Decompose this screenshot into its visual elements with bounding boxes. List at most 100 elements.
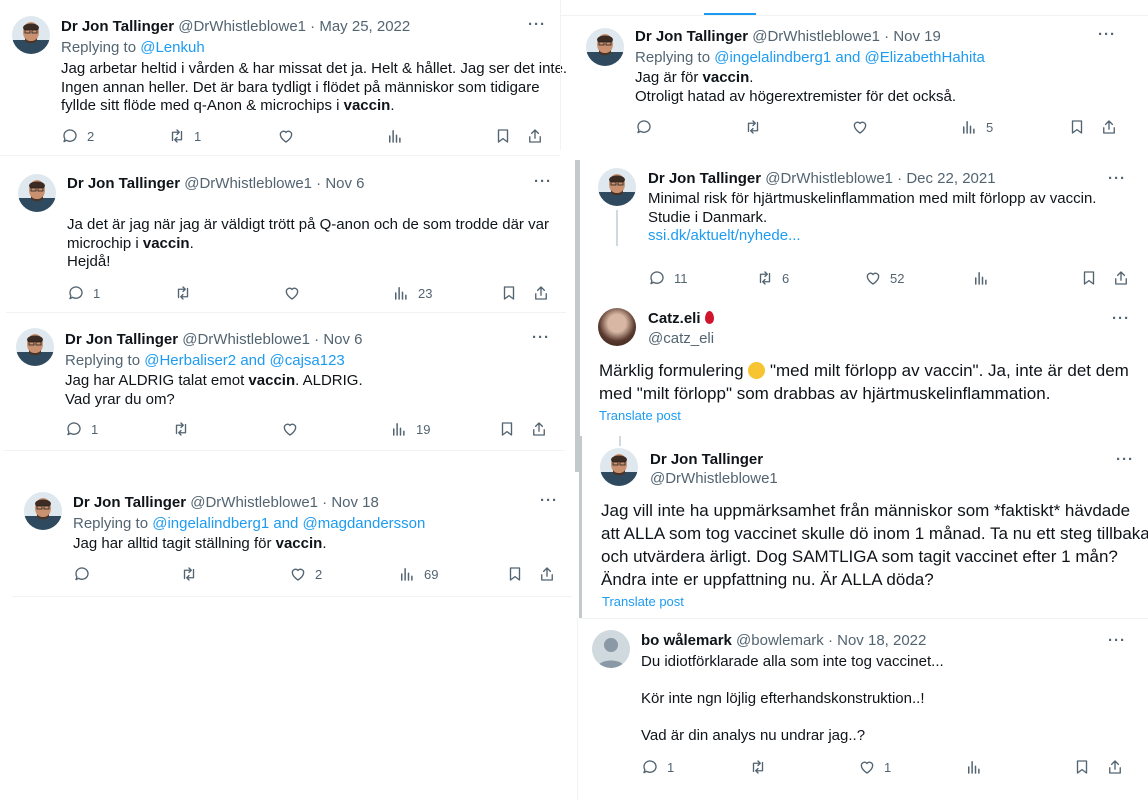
retweet-button[interactable] [180,564,198,584]
more-options-icon[interactable]: ··· [1116,452,1134,467]
reply-button[interactable]: 1 [67,283,100,303]
avatar[interactable] [598,308,636,346]
column-border [560,0,561,150]
bookmark-button[interactable] [1068,117,1086,137]
avatar[interactable] [12,16,50,54]
avatar[interactable] [598,168,636,206]
more-options-icon[interactable]: ··· [1098,27,1116,42]
avatar[interactable] [16,328,54,366]
tweet[interactable]: Dr Jon Tallinger @DrWhistleblowe1 · Nov … [12,478,572,598]
tweet[interactable]: bo wålemark @bowlemark · Nov 18, 2022 ··… [580,620,1148,800]
views-button[interactable] [972,268,990,288]
author-name[interactable]: bo wålemark [641,632,732,649]
reply-button[interactable]: 1 [641,757,674,777]
reply-icon [65,420,83,438]
translate-post-link[interactable]: Translate post [599,408,681,423]
share-button[interactable] [1112,268,1130,288]
author-meta[interactable]: @DrWhistleblowe1 · Dec 22, 2021 [765,170,995,187]
author-name[interactable]: Dr Jon Tallinger [73,494,186,511]
author-meta[interactable]: @DrWhistleblowe1 · Nov 19 [752,28,941,45]
reply-icon [648,269,666,287]
bookmark-button[interactable] [1073,757,1091,777]
share-button[interactable] [530,419,548,439]
share-button[interactable] [526,126,544,146]
more-options-icon[interactable]: ··· [1108,633,1126,648]
bookmark-button[interactable] [500,283,518,303]
retweet-button[interactable] [174,283,192,303]
author-name[interactable]: Dr Jon Tallinger [61,18,174,35]
author-meta[interactable]: @DrWhistleblowe1 · Nov 6 [182,331,362,348]
author-name[interactable]: Dr Jon Tallinger [635,28,748,45]
author-meta[interactable]: @DrWhistleblowe1 · May 25, 2022 [178,18,410,35]
more-options-icon[interactable]: ··· [540,493,558,508]
tweet[interactable]: Dr Jon Tallinger @DrWhistleblowe1 · Nov … [4,316,564,456]
author-name[interactable]: Dr Jon Tallinger [65,331,178,348]
replying-to-link[interactable]: @ingelalindberg1 and @ElizabethHahita [714,49,985,66]
retweet-button[interactable]: 6 [756,268,789,288]
author-meta[interactable]: @DrWhistleblowe1 · Nov 6 [184,175,364,192]
more-options-icon[interactable]: ··· [534,174,552,189]
author-name[interactable]: Dr Jon Tallinger [67,175,180,192]
author-handle[interactable]: @catz_eli [648,330,714,348]
retweet-icon [168,127,186,145]
author-name[interactable]: Catz.eli [648,310,701,327]
reply-button[interactable] [73,564,91,584]
tweet[interactable]: Dr Jon Tallinger @DrWhistleblowe1 · Nov … [6,160,566,310]
author-handle[interactable]: @DrWhistleblowe1 [650,470,778,488]
like-button[interactable] [283,283,301,303]
tweet[interactable]: Catz.eli @catz_eli ··· Märklig formuleri… [586,300,1148,430]
tweet[interactable]: Dr Jon Tallinger @DrWhistleblowe1 · May … [0,0,567,158]
like-button[interactable]: 1 [858,757,891,777]
replying-to-link[interactable]: @Lenkuh [140,39,204,56]
like-button[interactable]: 2 [289,564,322,584]
reply-button[interactable]: 1 [65,419,98,439]
views-button[interactable]: 69 [398,564,438,584]
replying-to-link[interactable]: @ingelalindberg1 and @magdandersson [152,515,425,532]
share-button[interactable] [1106,757,1124,777]
avatar[interactable] [586,28,624,66]
retweet-button[interactable] [749,757,767,777]
like-button[interactable] [281,419,299,439]
views-button[interactable] [965,757,983,777]
views-button[interactable]: 5 [960,117,993,137]
views-button[interactable]: 19 [390,419,430,439]
more-options-icon[interactable]: ··· [528,17,546,32]
more-options-icon[interactable]: ··· [1112,311,1130,326]
bookmark-button[interactable] [1080,268,1098,288]
bookmark-button[interactable] [506,564,524,584]
author-meta[interactable]: @bowlemark · Nov 18, 2022 [736,632,926,649]
bookmark-button[interactable] [498,419,516,439]
avatar[interactable] [592,630,630,668]
more-options-icon[interactable]: ··· [1108,171,1126,186]
like-button[interactable]: 52 [864,268,904,288]
tweet[interactable]: Dr Jon Tallinger @DrWhistleblowe1 · Dec … [586,160,1148,300]
author-name[interactable]: Dr Jon Tallinger [648,170,761,187]
author-meta[interactable]: @DrWhistleblowe1 · Nov 18 [190,494,379,511]
bookmark-button[interactable] [494,126,512,146]
avatar[interactable] [600,448,638,486]
share-icon [538,565,556,583]
author-name[interactable]: Dr Jon Tallinger [650,451,763,468]
retweet-button[interactable] [744,117,762,137]
avatar[interactable] [18,174,56,212]
translate-post-link[interactable]: Translate post [602,594,684,609]
views-button[interactable] [386,126,404,146]
retweet-button[interactable] [172,419,190,439]
like-button[interactable] [277,126,295,146]
more-options-icon[interactable]: ··· [532,330,550,345]
reply-button[interactable] [635,117,653,137]
external-link[interactable]: ssi.dk/aktuelt/nyhede... [648,227,1096,246]
views-button[interactable]: 23 [392,283,432,303]
tweet[interactable]: Dr Jon Tallinger @DrWhistleblowe1 ··· Ja… [588,436,1148,618]
tweet-text: Minimal risk för hjärtmuskelinflammation… [648,190,1097,246]
retweet-button[interactable]: 1 [168,126,201,146]
reply-button[interactable]: 2 [61,126,94,146]
avatar[interactable] [24,492,62,530]
share-button[interactable] [538,564,556,584]
reply-button[interactable]: 11 [648,268,688,288]
like-button[interactable] [851,117,869,137]
share-button[interactable] [532,283,550,303]
tweet[interactable]: Dr Jon Tallinger @DrWhistleblowe1 · Nov … [574,20,1148,148]
share-button[interactable] [1100,117,1118,137]
replying-to-link[interactable]: @Herbaliser2 and @cajsa123 [144,352,345,369]
